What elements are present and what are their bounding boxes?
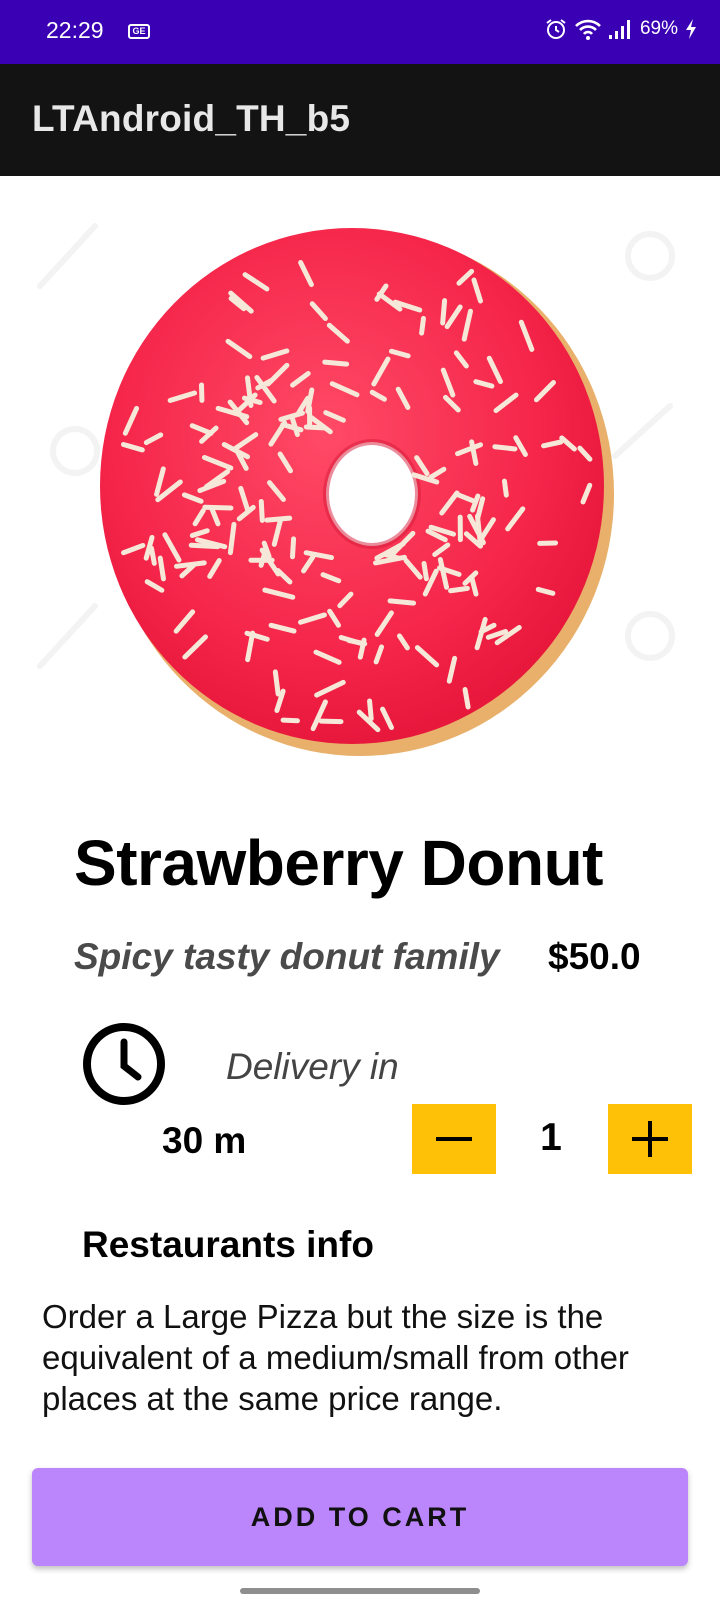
product-price: $50.0: [548, 936, 641, 977]
decrease-quantity-button[interactable]: [412, 1104, 496, 1174]
status-time: 22:29: [46, 17, 104, 43]
status-bar: 22:29 GE 69%: [0, 0, 720, 64]
sprinkle: [322, 359, 350, 367]
minus-icon: [436, 1137, 472, 1141]
charging-icon: [686, 19, 696, 39]
product-subtitle: Spicy tasty donut family: [74, 936, 500, 977]
sprinkle: [367, 698, 374, 722]
sprinkle: [421, 560, 429, 582]
restaurant-info-title: Restaurants info: [82, 1224, 374, 1265]
gesture-nav-handle[interactable]: [240, 1588, 480, 1594]
delivery-label: Delivery in: [226, 1046, 399, 1087]
sprinkle: [346, 638, 368, 647]
sprinkle: [492, 444, 518, 452]
product-image: [0, 176, 720, 806]
signal-icon: [608, 20, 630, 39]
sprinkle: [244, 375, 254, 408]
sprinkle: [188, 542, 221, 550]
sprinkle: [387, 598, 417, 606]
product-name: Strawberry Donut: [74, 827, 603, 899]
sprinkle: [272, 669, 281, 697]
sprinkle: [440, 298, 448, 326]
donut-illustration: [37, 223, 675, 756]
sprinkle: [419, 315, 426, 336]
add-to-cart-button[interactable]: ADD TO CART: [32, 1468, 688, 1566]
status-icons: 69%: [544, 17, 698, 41]
wifi-icon: [575, 19, 601, 40]
battery-percent: 69%: [639, 18, 678, 39]
sprinkle: [157, 555, 166, 582]
app-title: LTAndroid_TH_b5: [32, 98, 351, 139]
restaurant-description: Order a Large Pizza but the size is the …: [42, 1298, 629, 1417]
sprinkle: [448, 585, 470, 594]
quantity-value: 1: [540, 1116, 562, 1159]
clock-icon: [83, 1023, 165, 1105]
sprinkle: [148, 545, 157, 566]
plus-icon: [632, 1121, 668, 1157]
sprinkle: [227, 521, 237, 556]
sprinkle: [462, 687, 471, 710]
sprinkle: [289, 536, 297, 560]
delivery-time: 30 m: [162, 1120, 247, 1161]
app-bar: LTAndroid_TH_b5: [0, 64, 720, 176]
alarm-icon: [546, 19, 566, 39]
increase-quantity-button[interactable]: [608, 1104, 692, 1174]
sprinkle: [202, 504, 234, 511]
sim-icon: GE: [128, 24, 150, 39]
sprinkle: [258, 498, 265, 523]
sprinkle: [501, 478, 509, 498]
sprinkle: [280, 717, 300, 724]
